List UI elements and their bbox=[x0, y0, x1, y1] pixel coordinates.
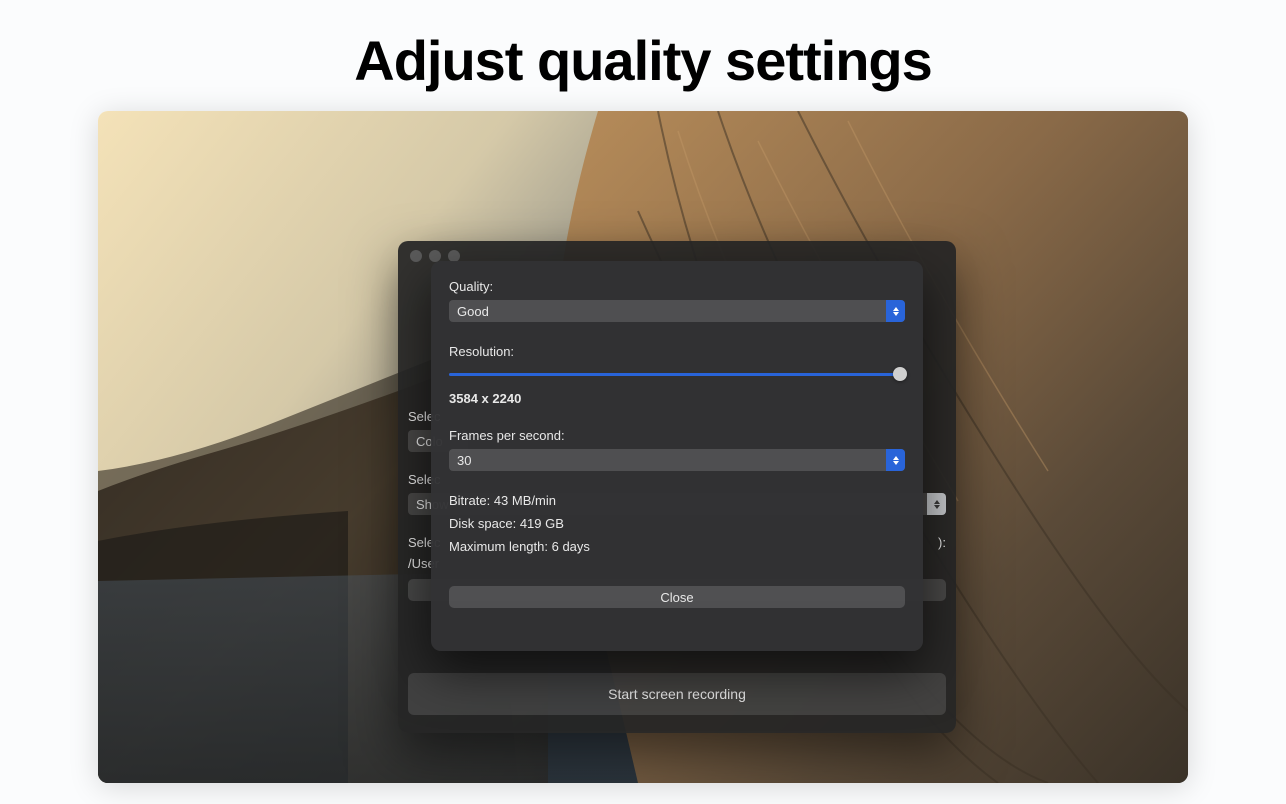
max-length-label: Maximum length: bbox=[449, 539, 548, 554]
slider-track bbox=[449, 373, 905, 376]
select-dest-suffix: ): bbox=[938, 535, 946, 550]
fps-label: Frames per second: bbox=[449, 428, 905, 443]
max-length-info: Maximum length: 6 days bbox=[449, 539, 905, 554]
bitrate-value: 43 MB/min bbox=[494, 493, 556, 508]
quality-label: Quality: bbox=[449, 279, 905, 294]
bitrate-label: Bitrate: bbox=[449, 493, 490, 508]
fps-select[interactable]: 30 bbox=[449, 449, 905, 471]
close-window-icon[interactable] bbox=[410, 250, 422, 262]
screenshot-frame: Selec Colo Selec Show Selec ): /User Sta… bbox=[98, 111, 1188, 783]
page-title: Adjust quality settings bbox=[0, 0, 1286, 93]
close-button-label: Close bbox=[660, 590, 693, 605]
slider-thumb[interactable] bbox=[893, 367, 907, 381]
resolution-label: Resolution: bbox=[449, 344, 905, 359]
bitrate-info: Bitrate: 43 MB/min bbox=[449, 493, 905, 508]
resolution-slider[interactable] bbox=[449, 365, 905, 385]
start-recording-button[interactable]: Start screen recording bbox=[408, 673, 946, 715]
select-arrows-icon bbox=[927, 493, 946, 515]
fps-select-value: 30 bbox=[457, 453, 471, 468]
start-recording-label: Start screen recording bbox=[608, 686, 746, 702]
max-length-value: 6 days bbox=[552, 539, 590, 554]
quality-settings-panel: Quality: Good Resolution: 3584 x 2240 Fr… bbox=[431, 261, 923, 651]
quality-select[interactable]: Good bbox=[449, 300, 905, 322]
select-arrows-icon bbox=[886, 300, 905, 322]
disk-space-value: 419 GB bbox=[520, 516, 564, 531]
quality-select-value: Good bbox=[457, 304, 489, 319]
resolution-value: 3584 x 2240 bbox=[449, 391, 905, 406]
select-arrows-icon bbox=[886, 449, 905, 471]
disk-space-label: Disk space: bbox=[449, 516, 516, 531]
disk-space-info: Disk space: 419 GB bbox=[449, 516, 905, 531]
close-button[interactable]: Close bbox=[449, 586, 905, 608]
